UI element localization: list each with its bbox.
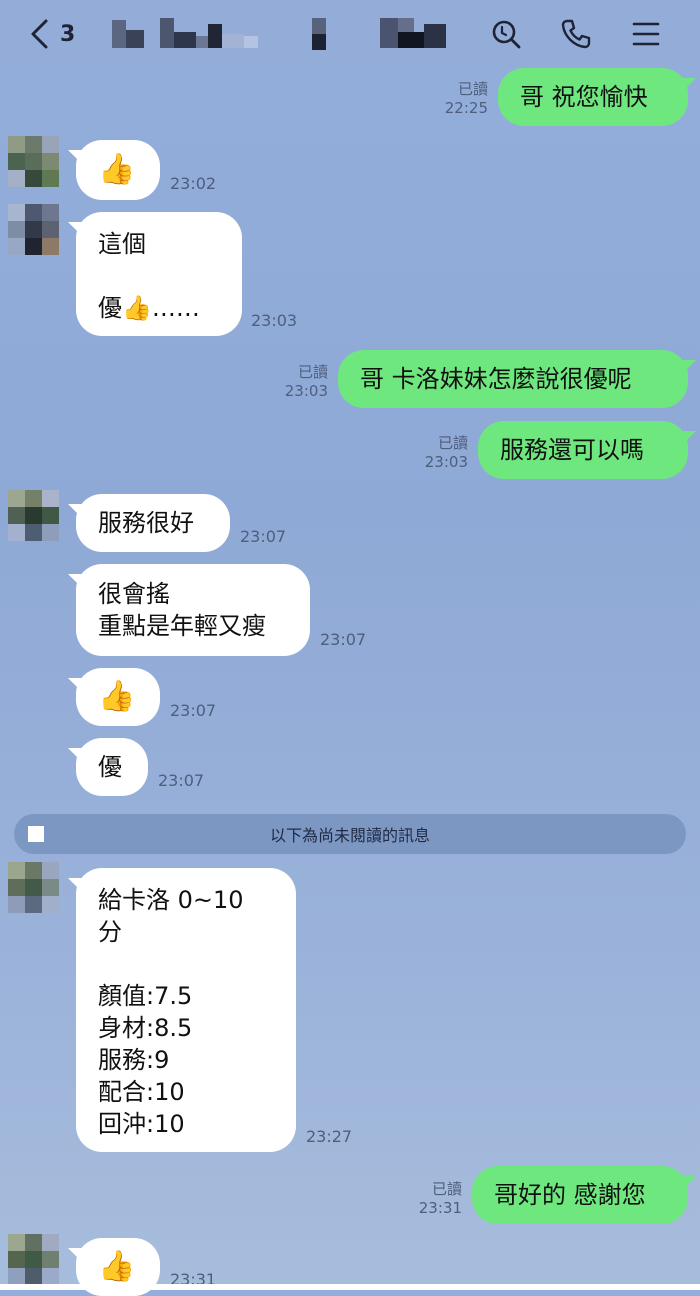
- incoming-message[interactable]: 優: [76, 738, 148, 796]
- call-button[interactable]: [558, 16, 594, 52]
- message-time: 23:27: [306, 1127, 353, 1146]
- message-text: 很會搖 重點是年輕又瘦: [98, 580, 266, 640]
- outgoing-message[interactable]: 哥好的 感謝您: [472, 1166, 688, 1224]
- bottom-edge: [0, 1284, 700, 1290]
- avatar[interactable]: [8, 204, 60, 256]
- read-receipt: 已讀 23:03: [424, 434, 468, 471]
- avatar[interactable]: [8, 1234, 60, 1286]
- outgoing-message[interactable]: 哥 祝您愉快: [498, 68, 688, 126]
- divider-square-icon: [28, 826, 44, 842]
- message-text: 哥 祝您愉快: [520, 83, 648, 111]
- unread-divider: 以下為尚未閱讀的訊息: [14, 814, 686, 854]
- incoming-message[interactable]: 這個 優👍……: [76, 212, 242, 336]
- message-time: 23:07: [158, 771, 205, 790]
- message-text: 這個 優👍……: [98, 230, 200, 322]
- outgoing-message[interactable]: 服務還可以嗎: [478, 421, 688, 479]
- menu-icon: [632, 22, 660, 46]
- message-text: 給卡洛 0~10 分 顏值:7.5 身材:8.5 服務:9 配合:10 回沖:1…: [98, 886, 244, 1138]
- read-receipt: 已讀 23:31: [418, 1180, 462, 1217]
- chat-header: 3: [0, 0, 700, 68]
- message-time: 23:07: [320, 630, 367, 649]
- incoming-message[interactable]: 很會搖 重點是年輕又瘦: [76, 564, 310, 656]
- thumbs-up-emoji: 👍: [98, 152, 136, 187]
- search-icon: [492, 20, 521, 49]
- incoming-message[interactable]: 👍: [76, 668, 160, 726]
- unread-count: 3: [60, 21, 76, 47]
- incoming-message[interactable]: 服務很好: [76, 494, 230, 552]
- unread-divider-text: 以下為尚未閱讀的訊息: [269, 826, 430, 845]
- contact-name-pixelated[interactable]: [108, 16, 458, 52]
- thumbs-up-emoji: 👍: [98, 679, 136, 714]
- avatar[interactable]: [8, 490, 60, 542]
- thumbs-up-emoji: 👍: [98, 1249, 136, 1284]
- chevron-left-icon: [31, 19, 48, 49]
- read-receipt: 已讀 22:25: [444, 80, 488, 117]
- message-text: 哥 卡洛妹妹怎麼說很優呢: [360, 365, 632, 393]
- avatar[interactable]: [8, 136, 60, 188]
- message-time: 23:02: [170, 174, 217, 193]
- menu-button[interactable]: [628, 16, 664, 52]
- incoming-message[interactable]: 👍: [76, 140, 160, 200]
- incoming-message[interactable]: 給卡洛 0~10 分 顏值:7.5 身材:8.5 服務:9 配合:10 回沖:1…: [76, 868, 296, 1152]
- read-receipt: 已讀 23:03: [284, 363, 328, 400]
- message-text: 哥好的 感謝您: [494, 1181, 646, 1209]
- message-text: 優: [98, 753, 122, 781]
- outgoing-message[interactable]: 哥 卡洛妹妹怎麼說很優呢: [338, 350, 688, 408]
- message-text: 服務很好: [98, 509, 194, 537]
- message-time: 23:07: [170, 701, 217, 720]
- phone-icon: [561, 19, 591, 49]
- message-time: 23:07: [240, 527, 287, 546]
- avatar[interactable]: [8, 862, 60, 914]
- search-button[interactable]: [488, 16, 524, 52]
- message-time: 23:03: [251, 311, 298, 330]
- back-button[interactable]: 3: [28, 14, 84, 54]
- message-text: 服務還可以嗎: [500, 436, 644, 464]
